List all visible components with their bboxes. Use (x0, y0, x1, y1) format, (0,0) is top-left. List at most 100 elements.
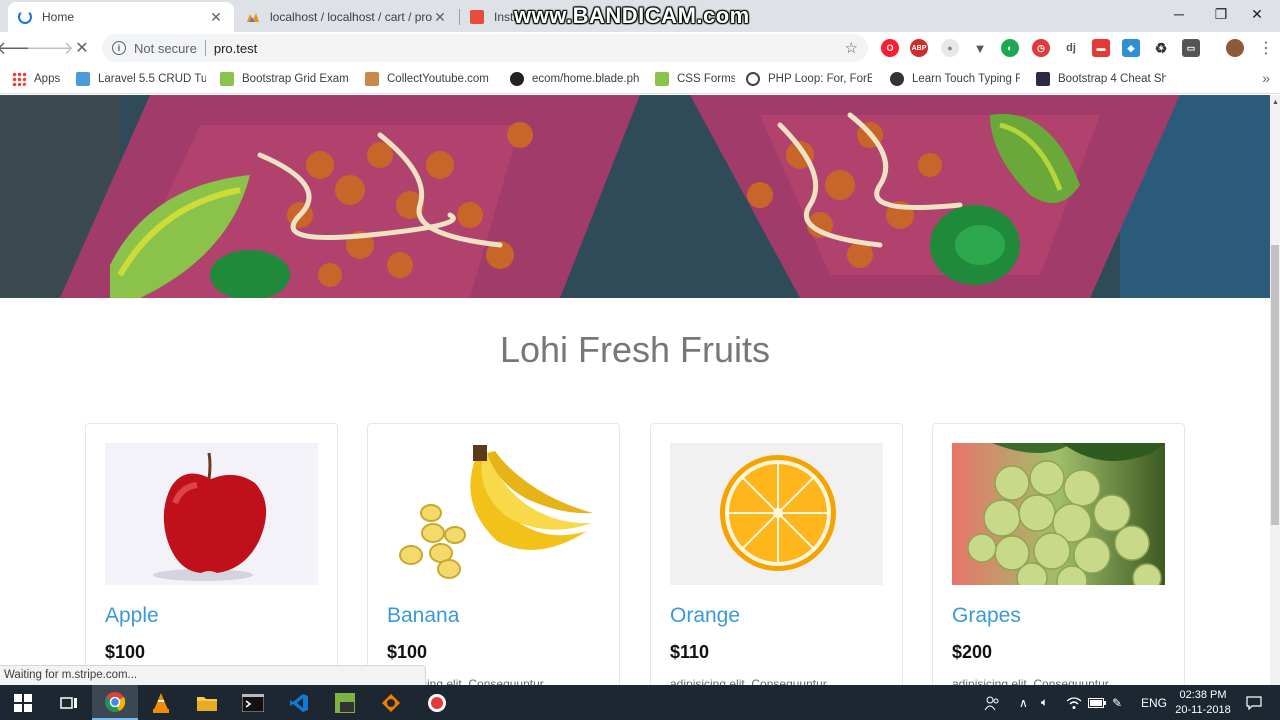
bookmark-bootstrap-grid[interactable]: Bootstrap Grid Exam (220, 70, 350, 88)
product-description: adipisicing elit. Consequuntur (670, 677, 827, 685)
bookmark-favicon-icon (220, 72, 234, 86)
bookmark-star-icon[interactable]: ☆ (845, 39, 858, 57)
bookmark-label: Bootstrap Grid Exam (242, 73, 349, 85)
page-scrollbar[interactable]: ▲ (1270, 95, 1280, 685)
clock[interactable]: 02:38 PM 20-11-2018 (1172, 688, 1234, 718)
more-bookmarks-icon[interactable]: » (1262, 70, 1270, 86)
terminal-icon[interactable] (230, 685, 276, 720)
product-price: $100 (387, 642, 428, 662)
vscode-icon[interactable] (276, 685, 322, 720)
apple-image[interactable] (105, 443, 318, 585)
bookmark-label: CollectYoutube.com (387, 73, 489, 85)
tab-home[interactable]: Home ✕ (8, 2, 234, 32)
bookmark-php-loop[interactable]: PHP Loop: For, ForEa (746, 70, 872, 88)
chrome-taskbar-icon[interactable] (92, 685, 138, 720)
product-description: adipisicing elit. Consequuntur (952, 677, 1109, 685)
adblock-icon[interactable]: ABP (910, 39, 928, 57)
bookmark-label: ecom/home.blade.ph (532, 73, 640, 85)
bookmark-label: Apps (34, 73, 61, 85)
orange-image[interactable] (670, 443, 883, 585)
green-icon[interactable]: ◐ (1001, 39, 1019, 57)
phpmyadmin-icon (247, 13, 259, 22)
scrollbar-thumb[interactable] (1271, 245, 1279, 525)
bookmark-label: PHP Loop: For, ForEa (768, 73, 872, 85)
divider (204, 40, 206, 56)
hero-image (0, 95, 1270, 298)
address-bar[interactable]: i Not secure pro.test ☆ (102, 34, 868, 62)
close-window-button[interactable]: ✕ (1234, 0, 1280, 28)
windows-start-icon[interactable] (0, 685, 46, 720)
bookmark-favicon-icon (1036, 72, 1050, 86)
android-sdk-icon[interactable] (322, 685, 368, 720)
security-label: Not secure (134, 40, 197, 56)
pen-icon[interactable]: ✎ (1112, 685, 1122, 720)
file-explorer-icon[interactable] (184, 685, 230, 720)
puzzle-icon[interactable]: ◆ (1122, 39, 1140, 57)
bookmark-label: CSS Forms (677, 73, 735, 85)
product-name[interactable]: Orange (670, 604, 740, 628)
bookmark-label: Laravel 5.5 CRUD Tut (98, 73, 206, 85)
product-price: $110 (670, 642, 710, 662)
battery-icon[interactable] (1088, 685, 1106, 720)
tab-strip: Home ✕ localhost / localhost / cart / pr… (0, 0, 1280, 32)
tab-title: Home (42, 10, 75, 24)
dj-icon[interactable]: dj (1062, 39, 1080, 57)
bookmark-favicon-icon (655, 72, 669, 86)
product-name[interactable]: Banana (387, 604, 459, 628)
avatar[interactable] (1226, 39, 1244, 57)
bookmarks-bar: Apps Laravel 5.5 CRUD Tut Bootstrap Grid… (0, 64, 1280, 94)
banana-image[interactable] (387, 443, 600, 585)
scroll-up-arrow-icon[interactable]: ▲ (1272, 99, 1279, 106)
show-hidden-icons-icon[interactable]: ∧ (1019, 685, 1028, 720)
grapes-image[interactable] (952, 443, 1165, 585)
product-card-grapes: Grapes $200 adipisicing elit. Consequunt… (932, 423, 1185, 685)
loading-spinner-icon (18, 10, 32, 24)
bookmark-github[interactable]: ecom/home.blade.ph (510, 70, 640, 88)
windows-taskbar: ∧ 🔈︎ ✎ ENG 02:38 PM 20-11-2018 (0, 685, 1280, 720)
info-icon[interactable]: i (112, 41, 126, 55)
bookmark-label: Learn Touch Typing F (912, 73, 1020, 85)
product-price: $100 (105, 642, 146, 662)
bookmark-laravel[interactable]: Laravel 5.5 CRUD Tut (76, 70, 206, 88)
task-view-icon[interactable] (46, 685, 92, 720)
clock-date: 20-11-2018 (1175, 704, 1231, 716)
vuejs-icon[interactable]: ▼ (971, 39, 989, 57)
minimize-button[interactable]: ─ (1156, 0, 1202, 28)
menu-icon[interactable]: ⋮ (1254, 36, 1278, 60)
bookmark-collectyoutube[interactable]: CollectYoutube.com (365, 70, 493, 88)
bookmark-favicon-icon (746, 72, 760, 86)
url-text[interactable]: pro.test (214, 41, 257, 56)
recycle-icon[interactable]: ♻ (1152, 39, 1170, 57)
monitor-icon[interactable]: ▭ (1182, 39, 1200, 57)
bookmark-bootstrap-cheat[interactable]: Bootstrap 4 Cheat Sh (1036, 70, 1166, 88)
people-icon[interactable] (984, 685, 1000, 720)
stopwatch-icon[interactable]: ◷ (1032, 39, 1050, 57)
red-icon[interactable]: ▬ (1092, 39, 1110, 57)
page-content: Lohi Fresh Fruits Apple $100 Banana $100… (0, 95, 1270, 685)
status-bubble: Waiting for m.stripe.com... (0, 665, 426, 685)
wifi-icon[interactable] (1066, 685, 1082, 720)
forward-button[interactable]: 🡒 (26, 36, 74, 60)
close-tab-icon[interactable]: ✕ (208, 9, 224, 26)
github-icon (510, 72, 524, 86)
bandicam-record-icon[interactable] (414, 685, 460, 720)
bookmark-css-forms[interactable]: CSS Forms (655, 70, 735, 88)
stop-loading-button[interactable]: ✕ (70, 36, 94, 60)
ghost-icon[interactable]: ● (941, 39, 959, 57)
opera-icon[interactable]: O (881, 39, 899, 57)
tab-phpmyadmin[interactable]: localhost / localhost / cart / prod ✕ (236, 2, 458, 32)
page-title: Lohi Fresh Fruits (499, 329, 771, 370)
bookmark-apps[interactable]: Apps (12, 70, 60, 88)
sublime-icon[interactable] (368, 685, 414, 720)
close-tab-icon[interactable]: ✕ (432, 9, 448, 26)
bookmark-touch-typing[interactable]: Learn Touch Typing F (890, 70, 1020, 88)
product-name[interactable]: Grapes (952, 604, 1021, 628)
tab-title: localhost / localhost / cart / prod (270, 10, 432, 24)
bookmark-favicon-icon (365, 72, 379, 86)
laravel-icon (470, 10, 484, 24)
notifications-icon[interactable] (1246, 685, 1262, 720)
vlc-icon[interactable] (138, 685, 184, 720)
language-indicator[interactable]: ENG (1141, 685, 1167, 720)
product-name[interactable]: Apple (105, 604, 159, 628)
volume-icon[interactable]: 🔈︎ (1041, 685, 1048, 720)
